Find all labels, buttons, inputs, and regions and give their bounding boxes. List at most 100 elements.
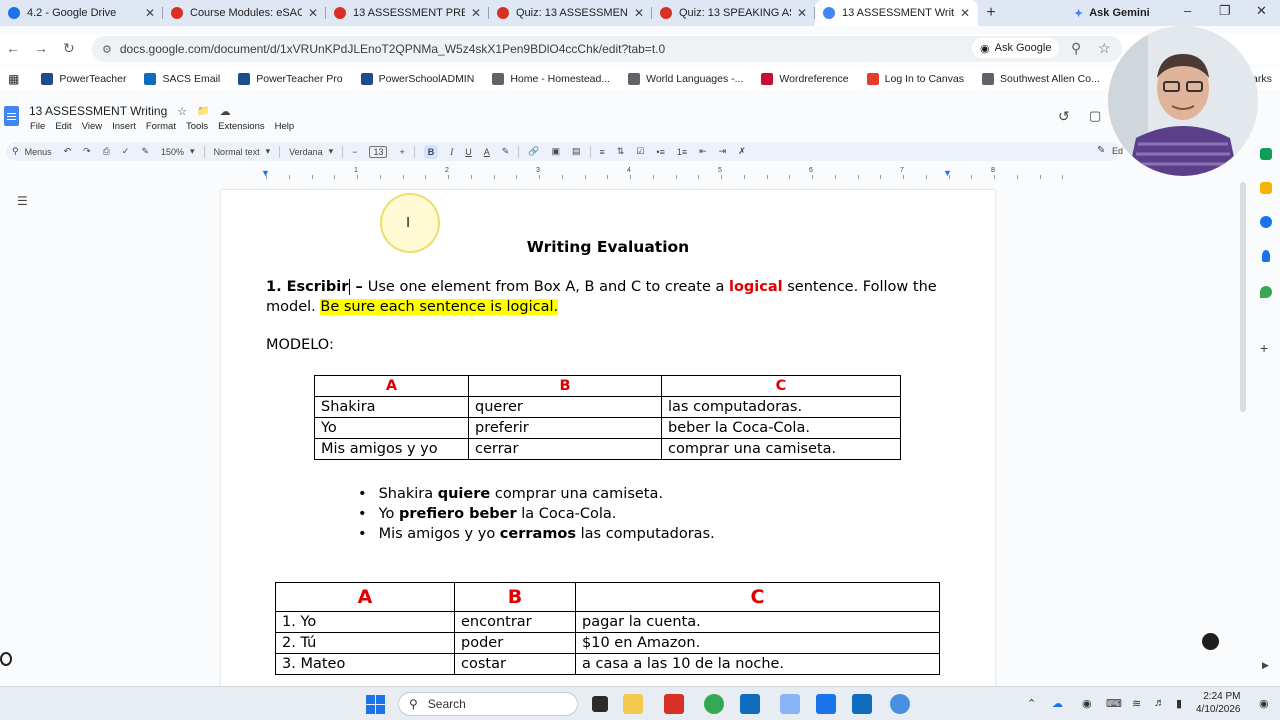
editing-mode-pencil-icon[interactable]: ✎	[1097, 145, 1105, 156]
outlook-taskbar-icon[interactable]	[740, 694, 760, 714]
sheets-icon[interactable]	[1260, 148, 1272, 160]
assistant-chip-icon[interactable]	[1202, 633, 1219, 650]
tasks-icon[interactable]	[1260, 216, 1272, 228]
menu-edit[interactable]: Edit	[55, 121, 71, 132]
document-title[interactable]: 13 ASSESSMENT Writing	[29, 104, 167, 118]
forward-icon[interactable]: →	[34, 40, 48, 56]
scroll-down-icon[interactable]: ▶	[1262, 660, 1269, 671]
comments-icon[interactable]: ▢	[1089, 108, 1101, 124]
chrome-icon[interactable]	[704, 694, 724, 714]
text-color-button[interactable]: A	[484, 147, 490, 157]
insert-image-icon[interactable]: ▤	[572, 146, 581, 157]
back-icon[interactable]: ←	[6, 40, 20, 56]
line-spacing-icon[interactable]: ⇅	[617, 146, 625, 157]
horizontal-ruler[interactable]: 1 2 3 4 5 6 7 8 ▼ ▼	[221, 166, 1064, 180]
bold-button[interactable]: B	[423, 144, 439, 159]
highlight-color-icon[interactable]: ✎	[502, 146, 510, 157]
google-docs-logo-icon[interactable]	[4, 106, 19, 126]
checklist-icon[interactable]: ☑	[636, 146, 644, 157]
italic-button[interactable]: I	[450, 147, 453, 157]
browser-tab[interactable]: 4.2 - Google Drive ✕	[0, 0, 163, 26]
vertical-scrollbar[interactable]	[1240, 182, 1246, 412]
font-dropdown-icon[interactable]: ▾	[329, 146, 334, 157]
tab-close-icon[interactable]: ✕	[471, 6, 481, 20]
bookmark-item[interactable]: Southwest Allen Co...	[982, 73, 1100, 85]
bookmark-item[interactable]: PowerTeacher	[41, 73, 126, 85]
notifications-icon[interactable]: ◉	[1259, 697, 1269, 710]
bookmark-star-icon[interactable]: ☆	[1098, 40, 1111, 57]
teams-outlook-icon[interactable]	[852, 694, 872, 714]
bookmark-item[interactable]: SACS Email	[144, 73, 220, 85]
document-page[interactable]: Writing Evaluation 1. Escribir – Use one…	[221, 190, 995, 690]
keyboard-icon[interactable]: ⌨	[1106, 697, 1122, 710]
new-tab-button[interactable]: +	[978, 0, 1004, 26]
document-outline-icon[interactable]: ☰	[17, 194, 28, 208]
left-indent-marker-icon[interactable]: ▼	[261, 168, 270, 178]
clear-formatting-icon[interactable]: ✗	[738, 146, 746, 157]
screen-recorder-icon[interactable]	[890, 694, 910, 714]
search-menus-label[interactable]: Menus	[25, 147, 52, 157]
onedrive-icon[interactable]: ☁	[1052, 697, 1063, 710]
tab-close-icon[interactable]: ✕	[634, 6, 644, 20]
numbered-list-icon[interactable]: 1≡	[677, 147, 687, 157]
tab-close-icon[interactable]: ✕	[960, 6, 970, 20]
paragraph-style-select[interactable]: Normal text	[214, 147, 260, 157]
close-window-icon[interactable]: ✕	[1256, 3, 1267, 19]
ask-gemini-button[interactable]: ✦ Ask Gemini	[1064, 3, 1160, 23]
snipping-tool-icon[interactable]	[780, 694, 800, 714]
font-select[interactable]: Verdana	[289, 147, 323, 157]
wifi-icon[interactable]: ≋	[1132, 697, 1141, 710]
align-icon[interactable]: ≡	[600, 147, 605, 157]
spellcheck-icon[interactable]: ✓	[122, 146, 130, 157]
menu-extensions[interactable]: Extensions	[218, 121, 264, 132]
browser-tab[interactable]: 13 ASSESSMENT PREPA ✕	[326, 0, 489, 26]
taskbar-search[interactable]: ⚲ Search	[398, 692, 578, 716]
insert-link-icon[interactable]: 🔗	[528, 146, 539, 157]
site-settings-icon[interactable]: ⚙	[102, 43, 112, 56]
editing-mode-label[interactable]: Ed	[1112, 146, 1123, 156]
keep-icon[interactable]	[1260, 182, 1272, 194]
zoom-search-icon[interactable]: ⚲	[1071, 40, 1081, 57]
decrease-indent-icon[interactable]: ⇤	[699, 146, 707, 157]
add-comment-icon[interactable]: ▣	[552, 146, 561, 157]
bookmark-item[interactable]: PowerSchoolADMIN	[360, 73, 474, 85]
right-indent-marker-icon[interactable]: ▼	[943, 168, 952, 178]
zoom-select[interactable]: 150%	[161, 147, 184, 157]
bookmark-item[interactable]: World Languages -...	[628, 73, 743, 85]
restore-icon[interactable]: ❐	[1219, 3, 1231, 19]
tray-overflow-icon[interactable]: ⌃	[1027, 697, 1036, 710]
undo-icon[interactable]: ↶	[64, 146, 72, 157]
search-menus-icon[interactable]: ⚲	[12, 146, 19, 157]
menu-view[interactable]: View	[82, 121, 102, 132]
browser-tab[interactable]: Quiz: 13 SPEAKING ASS ✕	[652, 0, 815, 26]
apps-grid-icon[interactable]: ▦	[8, 72, 19, 86]
menu-format[interactable]: Format	[146, 121, 176, 132]
browser-tab[interactable]: Course Modules: eSACS ✕	[163, 0, 326, 26]
lockdown-browser-icon[interactable]	[664, 694, 684, 714]
maps-icon[interactable]	[1260, 286, 1272, 298]
bookmark-item[interactable]: Log In to Canvas	[866, 73, 964, 85]
task-view-icon[interactable]	[592, 696, 608, 712]
underline-button[interactable]: U	[465, 147, 472, 157]
menu-insert[interactable]: Insert	[112, 121, 136, 132]
file-explorer-icon[interactable]	[623, 694, 643, 714]
add-addon-icon[interactable]: +	[1260, 340, 1268, 356]
tab-close-icon[interactable]: ✕	[797, 6, 807, 20]
increase-indent-icon[interactable]: ⇥	[719, 146, 727, 157]
redo-icon[interactable]: ↷	[83, 146, 91, 157]
volume-icon[interactable]: ♬	[1154, 697, 1165, 709]
browser-tab[interactable]: 13 ASSESSMENT Writin ✕	[815, 0, 978, 26]
menu-file[interactable]: File	[30, 121, 45, 132]
increase-font-size-icon[interactable]: +	[399, 147, 404, 157]
reload-icon[interactable]: ↻	[63, 40, 75, 57]
menu-tools[interactable]: Tools	[186, 121, 208, 132]
zoom-dropdown-icon[interactable]: ▾	[190, 146, 195, 157]
tray-app-icon[interactable]: ◉	[1082, 697, 1092, 710]
bookmark-item[interactable]: PowerTeacher Pro	[238, 73, 343, 85]
store-icon[interactable]	[816, 694, 836, 714]
menu-help[interactable]: Help	[275, 121, 295, 132]
tab-close-icon[interactable]: ✕	[145, 6, 155, 20]
tab-close-icon[interactable]: ✕	[308, 6, 318, 20]
windows-start-icon[interactable]	[366, 695, 385, 714]
star-icon[interactable]: ☆	[177, 105, 187, 118]
